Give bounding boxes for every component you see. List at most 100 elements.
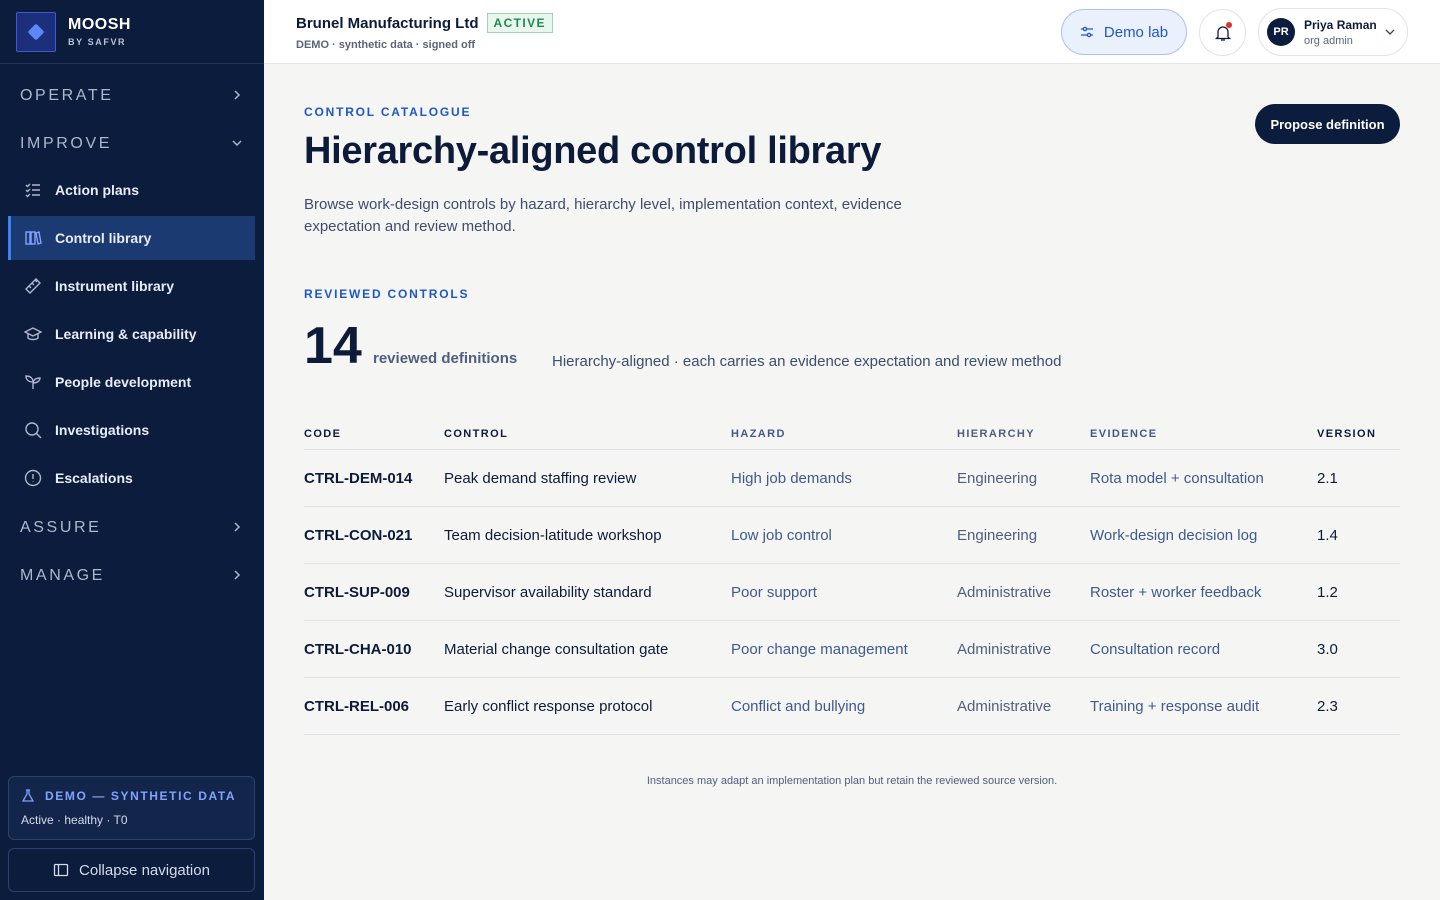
reviewed-note: Hierarchy-aligned · each carries an evid… [552,353,1062,370]
cell-hierarchy: Administrative [957,640,1052,658]
avatar: PR [1267,18,1295,46]
table-row[interactable]: CTRL-REL-006 Early conflict response pro… [304,678,1400,735]
cell-hazard: Poor change management [731,640,908,658]
cell-control: Early conflict response protocol [444,697,653,715]
cell-version: 2.1 [1317,469,1338,487]
table-footnote: Instances may adapt an implementation pl… [646,775,1058,787]
status-badge: ACTIVE [486,13,553,33]
top-bar: Brunel Manufacturing Ltd ACTIVE DEMO · s… [264,0,1440,64]
sidebar-item-label: Learning & capability [55,326,197,342]
cell-hazard: Low job control [731,526,832,544]
sidebar-item-control-library[interactable]: Control library [8,216,255,260]
cell-hierarchy: Engineering [957,526,1038,544]
cell-version: 1.4 [1317,526,1338,544]
sidebar-item-people-development[interactable]: People development [8,360,255,404]
demo-status: Active · healthy · T0 [21,813,128,827]
table-row[interactable]: CTRL-SUP-009 Supervisor availability sta… [304,564,1400,621]
demo-lab-label: Demo lab [1103,23,1169,41]
graduation-cap-icon [24,325,42,343]
sliders-icon [1080,26,1093,38]
propose-definition-button[interactable]: Propose definition [1255,104,1400,144]
demo-status-panel: DEMO — SYNTHETIC DATA Active · healthy ·… [8,776,255,840]
cell-code: CTRL-DEM-014 [304,469,413,487]
cell-code: CTRL-REL-006 [304,697,410,715]
sprout-icon [24,373,42,391]
page-title: Hierarchy-aligned control library [304,130,882,172]
nav-section-label: OPERATE [20,87,114,104]
cell-hierarchy: Administrative [957,583,1052,601]
reviewed-count-label: reviewed definitions [373,350,518,367]
column-header-hazard[interactable]: HAZARD [731,428,957,440]
cell-evidence: Rota model + consultation [1090,469,1264,487]
table-row[interactable]: CTRL-CHA-010 Material change consultatio… [304,621,1400,678]
org-subtitle: DEMO · synthetic data · signed off [296,39,476,51]
nav-section-assure[interactable]: ASSURE [20,516,244,540]
column-header-version[interactable]: VERSION [1317,428,1400,440]
sidebar-item-action-plans[interactable]: Action plans [8,168,255,212]
cell-version: 3.0 [1317,640,1338,658]
cell-code: CTRL-CON-021 [304,526,413,544]
chevron-right-icon [230,520,244,537]
sidebar-item-label: Escalations [55,470,133,486]
org-name: Brunel Manufacturing Ltd [296,14,479,32]
sidebar-item-label: Action plans [55,182,140,198]
sidebar-item-label: People development [55,374,192,390]
cell-control: Team decision-latitude workshop [444,526,662,544]
nav-section-label: MANAGE [20,567,105,584]
sidebar-item-label: Investigations [55,422,150,438]
sidebar-item-learning[interactable]: Learning & capability [8,312,255,356]
brand-logo-icon [16,11,56,52]
chevron-down-icon [230,136,244,153]
table-header: CODE CONTROL HAZARD HIERARCHY EVIDENCE V… [304,418,1400,450]
chevron-right-icon [230,88,244,105]
cell-hierarchy: Administrative [957,697,1052,715]
column-header-code[interactable]: CODE [304,428,444,440]
sidebar-item-instrument-library[interactable]: Instrument library [8,264,255,308]
alert-circle-icon [24,469,42,487]
notifications-button[interactable] [1199,9,1246,56]
cell-evidence: Work-design decision log [1090,526,1258,544]
sidebar-item-label: Instrument library [55,278,175,294]
nav-section-operate[interactable]: OPERATE [20,84,244,108]
cell-hazard: Conflict and bullying [731,697,866,715]
cell-hierarchy: Engineering [957,469,1038,487]
cell-code: CTRL-SUP-009 [304,583,410,601]
nav-section-improve[interactable]: IMPROVE [20,132,244,156]
cell-evidence: Training + response audit [1090,697,1260,715]
controls-table: CODE CONTROL HAZARD HIERARCHY EVIDENCE V… [304,418,1400,735]
nav-section-label: IMPROVE [20,135,112,152]
cell-hazard: High job demands [731,469,852,487]
flask-icon [21,789,35,802]
sidebar-item-label: Control library [55,230,152,246]
cell-version: 2.3 [1317,697,1338,715]
org-switcher[interactable]: Brunel Manufacturing Ltd ACTIVE DEMO · s… [296,13,553,51]
sidebar-item-escalations[interactable]: Escalations [8,456,255,500]
section-eyebrow: CONTROL CATALOGUE [304,105,472,119]
collapse-navigation-button[interactable]: Collapse navigation [8,848,255,892]
nav-section-manage[interactable]: MANAGE [20,564,244,588]
sidebar-toggle-icon [53,863,69,877]
library-icon [24,229,42,247]
notification-dot [1226,22,1232,28]
chevron-right-icon [230,568,244,585]
column-header-hierarchy[interactable]: HIERARCHY [957,428,1090,440]
table-row[interactable]: CTRL-CON-021 Team decision-latitude work… [304,507,1400,564]
chevron-down-icon [1385,29,1395,35]
cell-control: Peak demand staffing review [444,469,637,487]
reviewed-count: 14 [304,317,362,375]
user-role: org admin [1304,34,1353,47]
demo-lab-button[interactable]: Demo lab [1061,9,1187,55]
user-menu[interactable]: PR Priya Raman org admin [1258,8,1408,56]
brand[interactable]: MOOSH BY SAFVR [0,0,264,64]
cell-evidence: Roster + worker feedback [1090,583,1262,601]
reviewed-eyebrow: REVIEWED CONTROLS [304,287,470,301]
sidebar-item-investigations[interactable]: Investigations [8,408,255,452]
page-description: Browse work-design controls by hazard, h… [304,196,902,235]
column-header-control[interactable]: CONTROL [444,428,731,440]
cell-hazard: Poor support [731,583,817,601]
sidebar: MOOSH BY SAFVR OPERATE IMPROVE Action pl… [0,0,264,900]
column-header-evidence[interactable]: EVIDENCE [1090,428,1317,440]
table-row[interactable]: CTRL-DEM-014 Peak demand staffing review… [304,450,1400,507]
brand-name: MOOSH [68,16,131,33]
cell-control: Material change consultation gate [444,640,669,658]
